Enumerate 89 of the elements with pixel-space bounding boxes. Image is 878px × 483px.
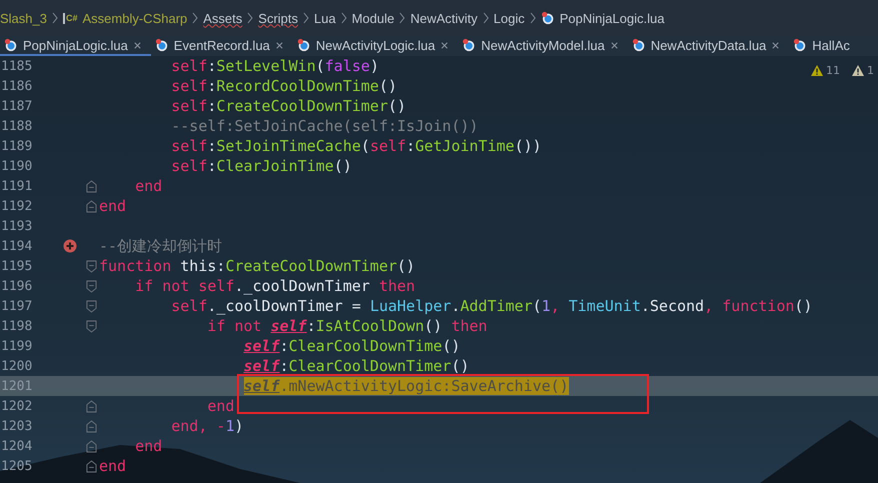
- line-number: 1188: [0, 118, 34, 134]
- close-icon[interactable]: [132, 40, 142, 50]
- fold-icon[interactable]: [86, 400, 97, 412]
- code-line: self:SetJoinTimeCache(self:GetJoinTime()): [170, 137, 542, 155]
- line-number: 1190: [0, 158, 34, 174]
- close-icon[interactable]: [771, 40, 780, 50]
- chevron-icon: [482, 12, 489, 24]
- line-number: 1203: [0, 418, 34, 434]
- code-line: if not self:IsAtCoolDown() then: [206, 317, 488, 335]
- breadcrumb-item[interactable]: NewActivity: [410, 10, 478, 26]
- fold-icon[interactable]: [86, 320, 97, 332]
- line-number: 1205: [0, 458, 34, 474]
- line-number: 1195: [0, 258, 34, 274]
- line-number: 1199: [0, 338, 34, 354]
- line-number: 1197: [0, 298, 34, 314]
- line-number: 1191: [0, 178, 34, 194]
- breadcrumb-item[interactable]: Slash_3: [0, 10, 47, 26]
- chevron-icon: [192, 12, 198, 24]
- fold-icon[interactable]: [86, 460, 97, 472]
- fold-icon[interactable]: [86, 300, 97, 312]
- line-number: 1185: [0, 58, 34, 74]
- code-line: end: [99, 457, 126, 475]
- lua-file-icon: [793, 38, 808, 52]
- breadcrumb-item[interactable]: Assembly-CSharp: [82, 10, 188, 26]
- code-line: self.mNewActivityLogic:SaveArchive(): [242, 377, 569, 395]
- line-number: 1204: [0, 438, 34, 454]
- line-number: 1194: [0, 238, 34, 254]
- code-line: end: [134, 177, 162, 195]
- close-icon[interactable]: [610, 40, 619, 50]
- file-tab[interactable]: PopNinjaLogic.lua: [0, 36, 151, 56]
- code-line: end: [134, 437, 162, 455]
- line-number: 1202: [0, 398, 34, 414]
- code-line: function this:CreateCoolDownTimer(): [99, 257, 416, 275]
- chevron-icon: [247, 12, 254, 24]
- warning-count: 11: [826, 64, 840, 77]
- close-icon[interactable]: [274, 40, 284, 50]
- line-number: 1196: [0, 278, 34, 294]
- lua-file-icon: [296, 38, 311, 52]
- line-number: 1186: [0, 78, 34, 94]
- file-tab[interactable]: NewActivityModel.lua: [458, 36, 628, 56]
- code-line: --self:SetJoinCache(self:IsJoin()): [170, 117, 478, 135]
- lua-file-icon: [632, 38, 646, 52]
- add-breakpoint-icon[interactable]: [63, 239, 77, 253]
- fold-icon[interactable]: [86, 440, 97, 452]
- file-tab[interactable]: NewActivityData.lua: [628, 36, 790, 56]
- line-number: 1198: [0, 318, 34, 334]
- fold-icon[interactable]: [86, 200, 97, 212]
- warning-count: 1: [867, 64, 874, 77]
- line-number: 1200: [0, 358, 34, 374]
- breadcrumb-item[interactable]: Lua: [314, 10, 336, 26]
- line-number: 1189: [0, 138, 34, 154]
- lua-file-icon: [540, 11, 555, 25]
- close-icon[interactable]: [440, 40, 450, 50]
- line-number: 1192: [0, 198, 34, 214]
- line-number: 1201: [0, 378, 34, 394]
- lua-file-icon: [462, 38, 476, 52]
- breadcrumb-item[interactable]: Logic: [494, 10, 525, 26]
- code-line: self:ClearJoinTime(): [170, 157, 352, 175]
- file-tab[interactable]: EventRecord.lua: [150, 36, 293, 56]
- lua-file-icon: [154, 38, 169, 52]
- code-line: self:RecordCoolDownTime(): [170, 77, 398, 95]
- breadcrumb-item[interactable]: Module: [352, 10, 394, 26]
- line-number: 1193: [0, 218, 34, 234]
- chevron-icon: [530, 12, 536, 24]
- chevron-icon: [303, 12, 310, 24]
- breadcrumb-item[interactable]: Scripts: [258, 10, 298, 26]
- fold-icon[interactable]: [86, 420, 97, 432]
- lua-file-icon: [4, 38, 18, 52]
- breadcrumb-item[interactable]: PopNinjaLogic.lua: [560, 10, 664, 26]
- code-line: end: [206, 397, 234, 415]
- code-line: end: [99, 197, 126, 215]
- chevron-icon: [399, 12, 406, 24]
- file-tab[interactable]: HallAc: [789, 36, 859, 56]
- fold-icon[interactable]: [86, 260, 97, 272]
- fold-icon[interactable]: [86, 180, 97, 192]
- code-line: self:ClearCoolDownTime(): [242, 337, 460, 355]
- code-line: --创建冷却倒计时: [99, 236, 222, 256]
- code-line: self:SetLevelWin(false): [170, 57, 379, 75]
- code-line: if not self._coolDownTimer then: [134, 277, 416, 295]
- line-number: 1187: [0, 98, 34, 114]
- file-tab[interactable]: NewActivityLogic.lua: [292, 36, 458, 56]
- code-line: self._coolDownTimer = LuaHelper.AddTimer(1, TimeUnit.Second, function(): [170, 297, 812, 315]
- fold-icon[interactable]: [86, 280, 97, 292]
- breadcrumb-item[interactable]: Assets: [203, 10, 242, 26]
- chevron-icon: [52, 12, 58, 24]
- code-line: self:CreateCoolDownTimer(): [170, 97, 406, 115]
- chevron-icon: [340, 12, 347, 24]
- code-line: self:ClearCoolDownTimer(): [242, 357, 470, 375]
- code-line: end, -1): [170, 417, 244, 435]
